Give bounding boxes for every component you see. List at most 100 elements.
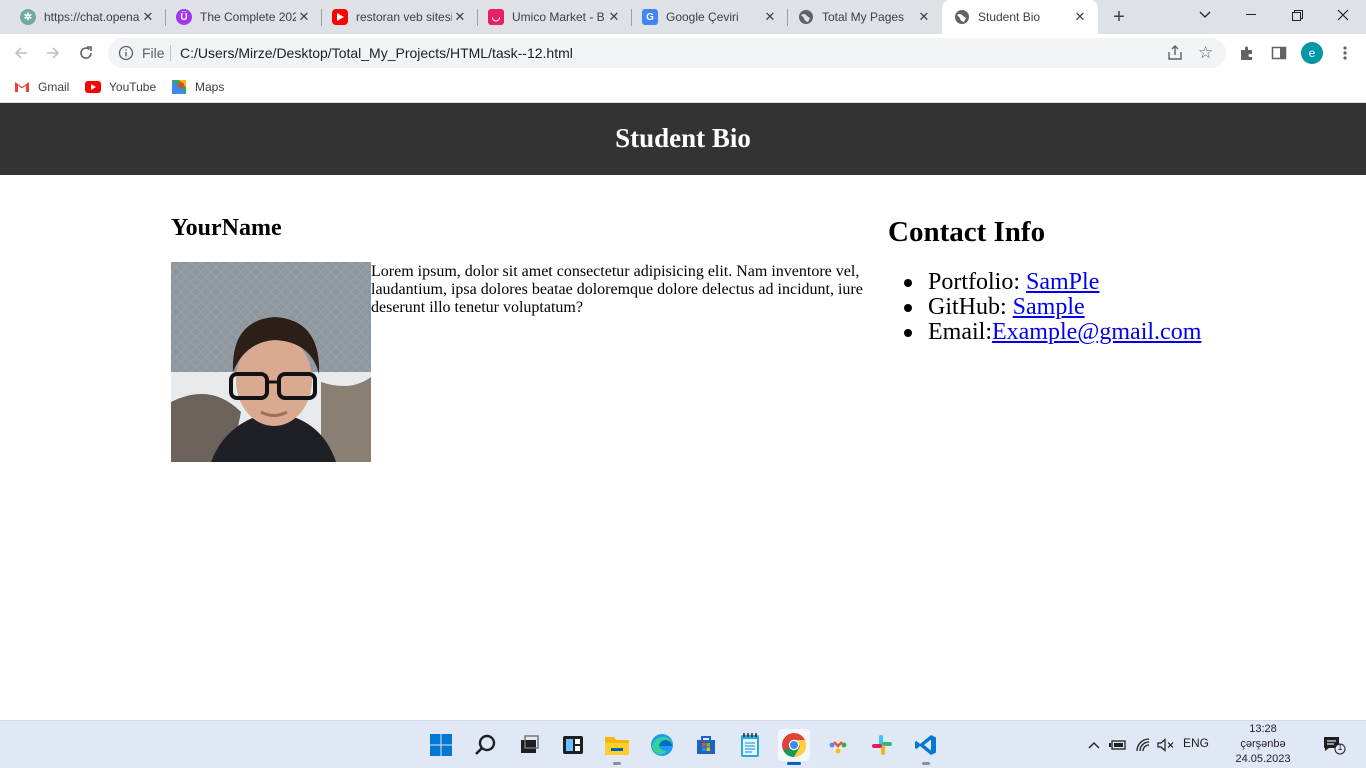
divider [170, 45, 171, 61]
student-photo [171, 262, 371, 462]
running-indicator [787, 762, 801, 765]
share-icon[interactable] [1166, 44, 1184, 62]
new-tab-button[interactable]: + [1106, 4, 1132, 30]
udemy-icon: Ü [176, 9, 192, 25]
git-button[interactable] [822, 729, 854, 761]
show-hidden-icons-button[interactable] [1086, 737, 1102, 753]
contact-list: Portfolio: SamPle GitHub: Sample Email:E… [903, 269, 1201, 345]
tab-youtube[interactable]: restoran veb sitesi ✕ [320, 0, 478, 34]
web-page: Student Bio YourName Lorem ipsum, dolor … [0, 103, 1366, 720]
chrome-button[interactable] [778, 729, 810, 765]
edge-button[interactable] [646, 729, 678, 761]
tab-title: Total My Pages [822, 10, 905, 24]
back-button[interactable] [8, 40, 34, 66]
close-icon[interactable]: ✕ [916, 9, 932, 25]
tab-chatgpt[interactable]: ✲ https://chat.openai.com ✕ [8, 0, 166, 34]
close-window-button[interactable] [1320, 0, 1366, 30]
task-view-icon [521, 735, 539, 753]
microsoft-store-button[interactable] [690, 729, 722, 761]
forward-button[interactable] [40, 40, 66, 66]
scheme-label: File [142, 45, 165, 61]
close-icon[interactable]: ✕ [762, 9, 778, 25]
kebab-menu-icon [1343, 46, 1347, 60]
notepad-button[interactable] [734, 729, 766, 761]
chatgpt-icon: ✲ [20, 9, 36, 25]
side-panel-button[interactable] [1266, 40, 1292, 66]
tab-umico[interactable]: ◡ Umico Market - B ✕ [476, 0, 632, 34]
close-icon[interactable]: ✕ [606, 9, 622, 25]
student-name: YourName [171, 215, 282, 241]
youtube-icon [332, 9, 348, 25]
umico-icon: ◡ [488, 9, 504, 25]
contact-item-github: GitHub: Sample [903, 294, 1201, 320]
speaker-muted-icon [1156, 738, 1173, 752]
info-icon[interactable] [118, 45, 134, 61]
star-icon[interactable]: ☆ [1198, 43, 1213, 63]
input-language[interactable]: ENG [1183, 736, 1209, 750]
chrome-icon [782, 733, 807, 758]
contact-label: Portfolio: [928, 269, 1027, 295]
bookmark-youtube[interactable]: YouTube [85, 78, 156, 96]
tab-title: Google Çeviri [666, 10, 739, 24]
battery-status[interactable] [1109, 737, 1127, 753]
bookmark-label: Gmail [38, 80, 70, 94]
page-header: Student Bio [0, 103, 1366, 175]
volume-status[interactable] [1156, 737, 1174, 753]
widgets-button[interactable] [557, 729, 589, 761]
start-button[interactable] [425, 729, 457, 761]
globe-icon [798, 9, 814, 25]
portfolio-link[interactable]: SamPle [1026, 269, 1099, 295]
close-icon[interactable]: ✕ [452, 9, 468, 25]
google-translate-icon: G [642, 9, 658, 25]
arrow-right-icon [47, 47, 60, 59]
slack-button[interactable] [866, 729, 898, 761]
puzzle-icon [1241, 46, 1252, 60]
maps-icon [171, 79, 187, 95]
close-icon[interactable]: ✕ [296, 9, 312, 25]
page-title: Student Bio [615, 123, 751, 153]
contact-item-email: Email:Example@gmail.com [903, 319, 1201, 345]
system-clock[interactable]: 13:28 çərşənbə 24.05.2023 [1225, 722, 1301, 767]
notification-center-button[interactable]: 1 [1322, 735, 1346, 755]
file-explorer-button[interactable] [601, 729, 633, 765]
taskbar-search-button[interactable] [470, 729, 502, 761]
restore-icon [1291, 9, 1303, 21]
close-icon[interactable]: ✕ [140, 9, 156, 25]
side-panel-icon [1271, 46, 1287, 60]
tab-student-bio[interactable]: Student Bio ✕ [942, 0, 1098, 34]
chevron-down-icon [1199, 11, 1211, 18]
running-indicator [613, 762, 621, 765]
tab-total-my-pages[interactable]: Total My Pages ✕ [786, 0, 942, 34]
email-link[interactable]: Example@gmail.com [992, 319, 1201, 345]
gmail-icon [14, 79, 30, 95]
reload-button[interactable] [73, 40, 99, 66]
bookmark-gmail[interactable]: Gmail [14, 78, 69, 96]
search-icon [475, 734, 496, 755]
bookmark-label: Maps [195, 80, 225, 94]
extensions-button[interactable] [1234, 40, 1260, 66]
browser-toolbar: File C:/Users/Mirze/Desktop/Total_My_Pro… [0, 34, 1366, 72]
restore-button[interactable] [1274, 0, 1320, 30]
contact-label: GitHub: [928, 294, 1013, 320]
bio-text: Lorem ipsum, dolor sit amet consectetur … [371, 263, 863, 316]
profile-avatar[interactable]: e [1301, 42, 1323, 64]
arrow-left-icon [14, 47, 27, 59]
github-link[interactable]: Sample [1013, 294, 1085, 320]
close-icon[interactable]: ✕ [1072, 9, 1088, 25]
bookmark-maps[interactable]: Maps [171, 78, 224, 96]
tab-google-translate[interactable]: G Google Çeviri ✕ [630, 0, 788, 34]
network-status[interactable] [1134, 737, 1152, 753]
clock-time: 13:28 [1249, 723, 1277, 735]
address-bar[interactable]: File C:/Users/Mirze/Desktop/Total_My_Pro… [108, 38, 1226, 68]
contact-label: Email: [928, 319, 992, 345]
url-text[interactable]: C:/Users/Mirze/Desktop/Total_My_Projects… [180, 45, 573, 61]
battery-icon [1109, 740, 1126, 750]
tab-search-button[interactable] [1182, 0, 1228, 30]
minimize-icon [1246, 14, 1256, 15]
menu-button[interactable] [1332, 40, 1358, 66]
vscode-button[interactable] [910, 729, 942, 765]
tab-udemy[interactable]: Ü The Complete 2023 ✕ [164, 0, 322, 34]
clock-date: 24.05.2023 [1235, 753, 1291, 765]
minimize-button[interactable] [1228, 0, 1274, 30]
task-view-button[interactable] [513, 729, 545, 761]
